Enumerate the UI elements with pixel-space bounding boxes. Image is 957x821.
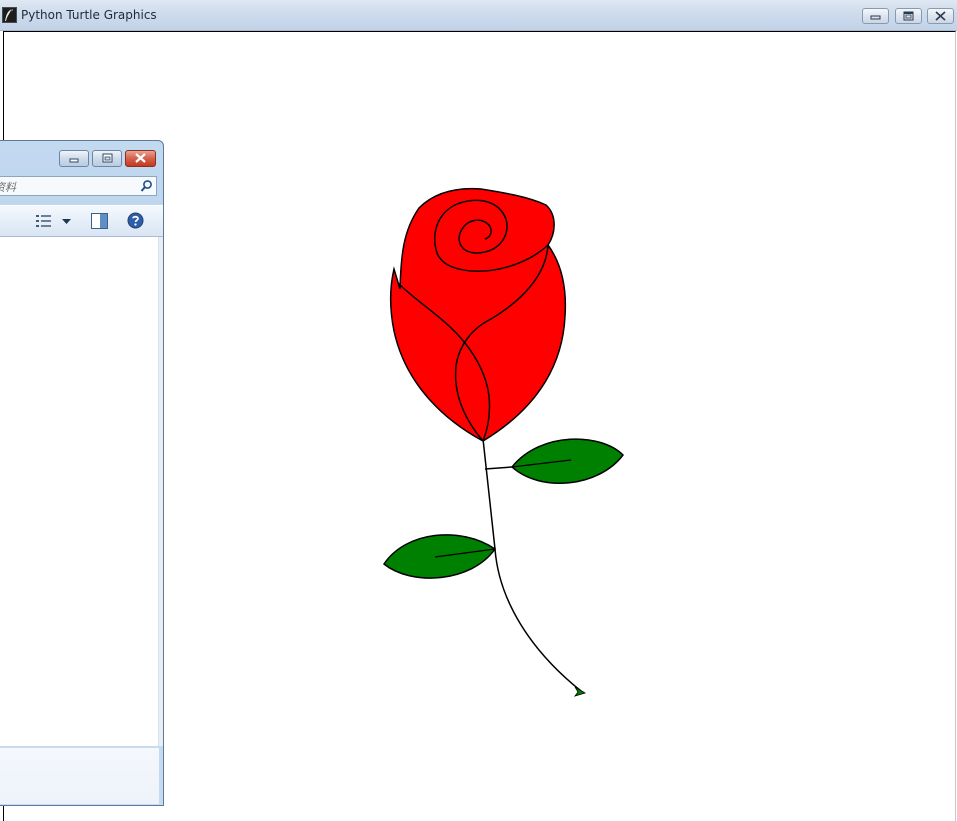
help-icon[interactable] bbox=[127, 212, 144, 229]
maximize-icon bbox=[102, 153, 113, 163]
explorer-minimize-button[interactable] bbox=[59, 150, 89, 167]
close-icon bbox=[135, 153, 146, 163]
explorer-toolbar bbox=[0, 205, 163, 237]
turtle-cursor bbox=[573, 686, 586, 697]
window-title: Python Turtle Graphics bbox=[21, 8, 157, 22]
restore-icon bbox=[903, 11, 914, 21]
minimize-icon bbox=[69, 158, 79, 163]
minimize-icon bbox=[870, 15, 881, 20]
turtle-window-titlebar[interactable]: Python Turtle Graphics bbox=[0, 0, 957, 31]
desktop-screen: Python Turtle Graphics 料 bbox=[0, 0, 957, 821]
explorer-window[interactable]: 资料 bbox=[0, 140, 164, 806]
upper-leaf bbox=[510, 438, 624, 485]
restore-button[interactable] bbox=[895, 8, 922, 24]
explorer-file-list[interactable] bbox=[0, 237, 159, 746]
explorer-details-pane bbox=[0, 747, 159, 804]
explorer-scrollbar[interactable] bbox=[159, 237, 163, 746]
explorer-maximize-button[interactable] bbox=[92, 150, 122, 167]
search-icon[interactable] bbox=[140, 179, 153, 193]
rose-head bbox=[389, 187, 567, 442]
search-placeholder: 资料 bbox=[0, 181, 16, 194]
explorer-close-button[interactable] bbox=[125, 150, 156, 167]
view-options-icon[interactable] bbox=[36, 214, 52, 228]
close-button[interactable] bbox=[927, 8, 954, 24]
upper-leaf-branch bbox=[484, 466, 513, 470]
close-icon bbox=[935, 11, 946, 21]
preview-pane-icon[interactable] bbox=[91, 213, 108, 229]
search-input[interactable]: 资料 bbox=[0, 176, 157, 196]
dropdown-arrow-icon[interactable] bbox=[62, 219, 71, 225]
minimize-button[interactable] bbox=[862, 8, 889, 24]
python-feather-icon bbox=[2, 7, 17, 23]
